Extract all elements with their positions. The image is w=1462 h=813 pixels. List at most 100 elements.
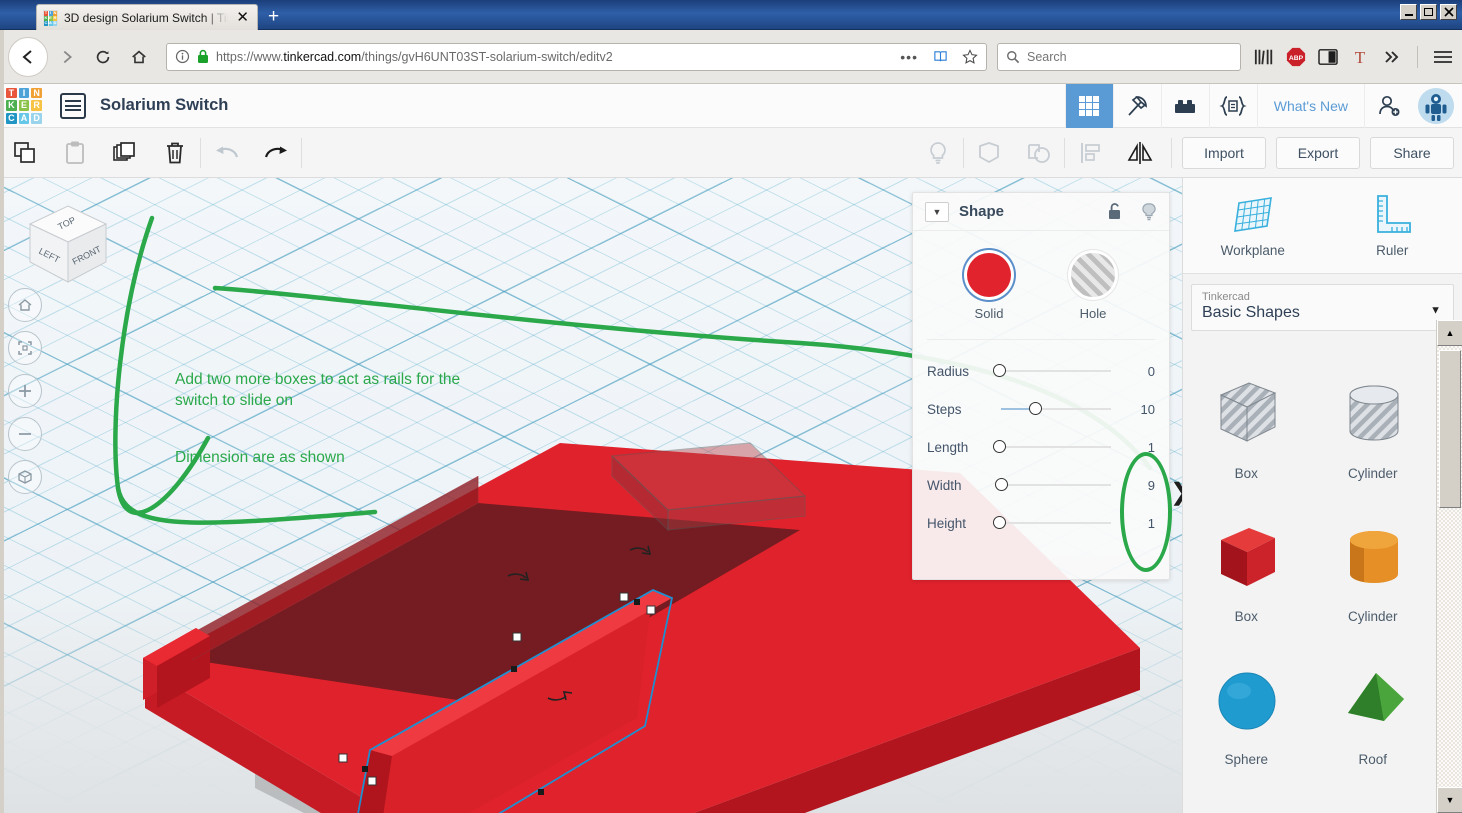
import-button[interactable]: Import [1182, 136, 1266, 169]
workplane-label: Workplane [1220, 243, 1285, 258]
slider-track[interactable] [993, 402, 1111, 416]
search-input[interactable] [1027, 49, 1232, 64]
add-person-icon[interactable] [1364, 83, 1412, 128]
ungroup-button[interactable] [1014, 128, 1064, 178]
library-icon[interactable] [1253, 46, 1275, 68]
scroll-down-arrow[interactable]: ▼ [1437, 787, 1462, 813]
align-button[interactable] [1065, 128, 1115, 178]
library-dropdown[interactable]: Tinkercad Basic Shapes ▼ [1191, 284, 1454, 331]
fit-view-button[interactable] [8, 331, 42, 365]
slider-track[interactable] [993, 478, 1111, 492]
shape-item-dome[interactable] [1310, 785, 1437, 813]
solid-color-swatch[interactable] [967, 253, 1011, 297]
url-overflow-icon[interactable]: ••• [900, 49, 918, 65]
codeblocks-pick-icon[interactable] [1112, 83, 1161, 128]
slider-knob[interactable] [1029, 402, 1042, 415]
chevron-down-icon[interactable]: ▼ [925, 201, 949, 222]
mirror-button[interactable] [1115, 128, 1165, 178]
ortho-perspective-button[interactable] [8, 460, 42, 494]
slider-track[interactable] [993, 440, 1111, 454]
shape-item-roof[interactable]: Roof [1310, 642, 1437, 785]
scroll-up-arrow[interactable]: ▲ [1437, 320, 1462, 346]
hole-option[interactable]: Hole [1071, 253, 1115, 321]
reload-button[interactable] [86, 40, 120, 74]
maximize-button[interactable] [1420, 4, 1437, 20]
shape-panel-title: Shape [959, 203, 1005, 220]
brick-icon[interactable] [1160, 83, 1209, 128]
copy-button[interactable] [0, 128, 50, 178]
redo-button[interactable] [251, 128, 301, 178]
reader-mode-icon[interactable] [933, 49, 948, 64]
workplane-icon [1233, 197, 1272, 232]
home-view-button[interactable] [8, 288, 42, 322]
hamburger-menu-icon[interactable] [1432, 46, 1454, 68]
shape-item-box-solid[interactable]: Box [1183, 499, 1310, 642]
slider-knob[interactable] [993, 364, 1006, 377]
share-button[interactable]: Share [1370, 136, 1454, 169]
lightbulb-icon[interactable] [1141, 202, 1157, 222]
tab-title: 3D design Solarium Switch | Tinkercad [64, 10, 228, 25]
overflow-chevrons-icon[interactable] [1381, 46, 1403, 68]
export-button[interactable]: Export [1276, 136, 1360, 169]
shape-item-box-hole[interactable]: Box [1183, 356, 1310, 499]
workplane-tool[interactable]: Workplane [1183, 178, 1323, 273]
search-bar[interactable] [997, 42, 1241, 71]
shape-item-cylinder-hole[interactable]: Cylinder [1310, 356, 1437, 499]
annotation-oval-highlight [1120, 452, 1172, 572]
minimize-button[interactable] [1400, 4, 1417, 20]
back-button[interactable] [8, 36, 48, 77]
duplicate-button[interactable] [100, 128, 150, 178]
slider-track[interactable] [993, 516, 1111, 530]
delete-button[interactable] [150, 128, 200, 178]
new-tab-button[interactable]: + [268, 7, 279, 26]
slider-label: Steps [927, 401, 962, 417]
hide-show-bulb-icon[interactable] [913, 128, 963, 178]
svg-text:ABP: ABP [1289, 55, 1304, 62]
hole-swatch[interactable] [1071, 253, 1115, 297]
reader-view-icon[interactable] [1317, 46, 1339, 68]
solid-option[interactable]: Solid [967, 253, 1011, 321]
zoom-in-button[interactable] [8, 374, 42, 408]
slider-knob[interactable] [993, 440, 1006, 453]
slider-knob[interactable] [995, 478, 1008, 491]
shape-item-cylinder-solid[interactable]: Cylinder [1310, 499, 1437, 642]
shape-library-grid[interactable]: Box Cylinder Box Cylinder Sphere Roof [1183, 348, 1436, 813]
page-info-icon[interactable] [175, 49, 190, 64]
shape-label: Box [1234, 609, 1258, 624]
sphere-solid-icon [1205, 658, 1287, 742]
design-list-icon[interactable] [60, 92, 86, 119]
tinkercad-logo[interactable]: TIN KER CAD [6, 87, 42, 124]
grid-view-icon[interactable] [1064, 83, 1113, 128]
user-avatar[interactable] [1418, 87, 1454, 124]
slider-track[interactable] [993, 364, 1111, 378]
group-button[interactable] [964, 128, 1014, 178]
whats-new-link[interactable]: What's New [1256, 83, 1364, 128]
editor-toolbar: Import Export Share [0, 128, 1462, 178]
tab-close-icon[interactable]: ✕ [234, 10, 251, 25]
zoom-out-button[interactable] [8, 417, 42, 451]
slider-value[interactable]: 10 [1121, 402, 1155, 417]
tampermonkey-icon[interactable]: T [1349, 46, 1371, 68]
slider-knob[interactable] [993, 516, 1006, 529]
cylinder-hole-icon [1332, 372, 1414, 456]
shape-item-cone[interactable] [1183, 785, 1310, 813]
bookmark-star-icon[interactable] [962, 48, 978, 65]
shape-label: Cylinder [1347, 466, 1398, 481]
paste-button[interactable] [50, 128, 100, 178]
forward-button[interactable] [50, 40, 84, 74]
slider-value[interactable]: 0 [1121, 364, 1155, 379]
slider-row-steps: Steps 10 [927, 390, 1155, 428]
unlock-icon[interactable] [1107, 202, 1123, 221]
sidebar-scrollbar[interactable]: ▲ ▼ [1436, 320, 1462, 813]
ruler-tool[interactable]: Ruler [1323, 178, 1462, 273]
undo-button[interactable] [201, 128, 251, 178]
code-braces-icon[interactable] [1208, 83, 1257, 128]
shape-item-sphere[interactable]: Sphere [1183, 642, 1310, 785]
view-cube[interactable]: TOP LEFT FRONT [22, 200, 114, 292]
close-window-button[interactable] [1440, 4, 1457, 20]
adblock-plus-icon[interactable]: ABP [1285, 46, 1307, 68]
browser-tab[interactable]: TIN KER CAD 3D design Solarium Switch | … [36, 4, 258, 30]
home-button[interactable] [122, 40, 156, 74]
scrollbar-thumb[interactable] [1439, 350, 1461, 508]
address-bar[interactable]: https://www.tinkercad.com/things/gvH6UNT… [166, 42, 987, 71]
